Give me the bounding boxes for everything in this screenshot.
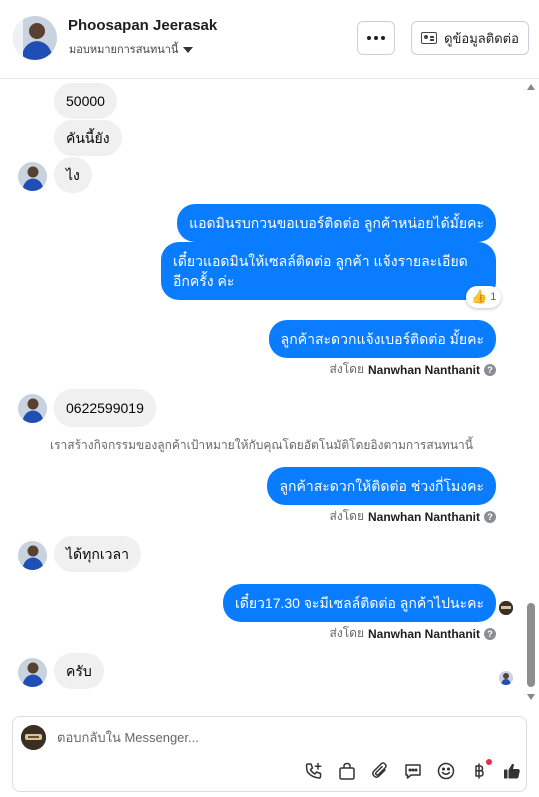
chat-bubble-icon[interactable] <box>402 760 424 782</box>
more-icon <box>367 36 385 40</box>
sent-by-note: ส่งโดย Nanwhan Nanthanit ? <box>330 507 496 526</box>
message-list: 50000 คันนี้ยัง ไง แอดมินรบกวนขอเบอร์ติด… <box>0 79 539 707</box>
outgoing-message: ลูกค้าสะดวกให้ติดต่อ ช่วงกี่โมงคะ <box>267 467 496 505</box>
outgoing-message: แอดมินรบกวนขอเบอร์ติดต่อ ลูกค้าหน่อยได้ม… <box>177 204 496 242</box>
page-seen-avatar <box>499 601 513 615</box>
contact-card-icon <box>421 32 438 44</box>
sent-by-note: ส่งโดย Nanwhan Nanthanit ? <box>330 360 496 379</box>
incoming-message: ครับ <box>54 653 104 689</box>
notification-dot <box>486 759 492 765</box>
thumbs-up-icon: 👍 <box>471 289 488 304</box>
contact-avatar-small <box>18 162 47 191</box>
baht-icon[interactable] <box>468 759 492 782</box>
composer-toolbar <box>303 759 523 782</box>
assign-conversation-dropdown[interactable]: มอบหมายการสนทนานี้ <box>69 40 194 58</box>
outgoing-message: ลูกค้าสะดวกแจ้งเบอร์ติดต่อ มั้ยคะ <box>268 320 496 358</box>
message-reaction[interactable]: 👍 1 <box>466 286 502 308</box>
reaction-count: 1 <box>490 291 497 303</box>
message-composer <box>12 716 527 792</box>
contact-seen-avatar <box>499 671 513 685</box>
contact-avatar-small <box>18 394 47 423</box>
incoming-message: 0622599019 <box>54 389 156 427</box>
sent-by-prefix: ส่งโดย <box>329 362 364 376</box>
contact-avatar[interactable] <box>13 16 57 60</box>
scroll-up-arrow[interactable] <box>527 84 535 90</box>
sent-by-name: Nanwhan Nanthanit <box>367 509 480 524</box>
incoming-message: คันนี้ยัง <box>54 120 122 156</box>
scroll-thumb[interactable] <box>527 603 535 687</box>
view-contact-button[interactable]: ดูข้อมูลติดต่อ <box>411 21 529 55</box>
question-icon[interactable]: ? <box>484 510 496 523</box>
scroll-down-arrow[interactable] <box>527 694 535 700</box>
sent-by-prefix: ส่งโดย <box>329 626 364 640</box>
contact-name[interactable]: Phoosapan Jeerasak <box>68 17 217 34</box>
question-icon[interactable]: ? <box>484 363 496 376</box>
scrollbar[interactable] <box>524 79 538 707</box>
page-avatar <box>21 725 46 750</box>
outgoing-message: เดี๋ยว17.30 จะมีเซลล์ติดต่อ ลูกค้าไปนะคะ <box>222 584 496 622</box>
chevron-down-icon <box>183 46 194 53</box>
sent-by-name: Nanwhan Nanthanit <box>367 362 480 377</box>
incoming-message: 50000 <box>54 83 117 119</box>
sent-by-prefix: ส่งโดย <box>329 509 364 523</box>
outgoing-message: เดี๋ยวแอดมินให้เซลล์ติดต่อ ลูกค้า แจ้งรา… <box>161 242 496 300</box>
question-icon[interactable]: ? <box>484 627 496 640</box>
reply-input[interactable] <box>57 730 437 745</box>
sent-by-name: Nanwhan Nanthanit <box>367 626 480 641</box>
phone-plus-icon[interactable] <box>303 760 325 782</box>
conversation-header: Phoosapan Jeerasak มอบหมายการสนทนานี้ ดู… <box>0 0 539 79</box>
incoming-message: ได้ทุกเวลา <box>54 536 141 572</box>
shopping-bag-icon[interactable] <box>336 760 358 782</box>
system-note: เราสร้างกิจกรรมของลูกค้าเป้าหมายให้กับคุ… <box>50 438 473 452</box>
view-contact-label: ดูข้อมูลติดต่อ <box>444 30 519 46</box>
assign-label: มอบหมายการสนทนานี้ <box>69 44 179 56</box>
sent-by-note: ส่งโดย Nanwhan Nanthanit ? <box>330 624 496 643</box>
like-icon[interactable] <box>501 760 523 782</box>
contact-avatar-small <box>18 541 47 570</box>
contact-avatar-small <box>18 658 47 687</box>
paperclip-icon[interactable] <box>369 760 391 782</box>
emoji-icon[interactable] <box>435 760 457 782</box>
more-options-button[interactable] <box>357 21 395 55</box>
incoming-message: ไง <box>54 157 92 193</box>
